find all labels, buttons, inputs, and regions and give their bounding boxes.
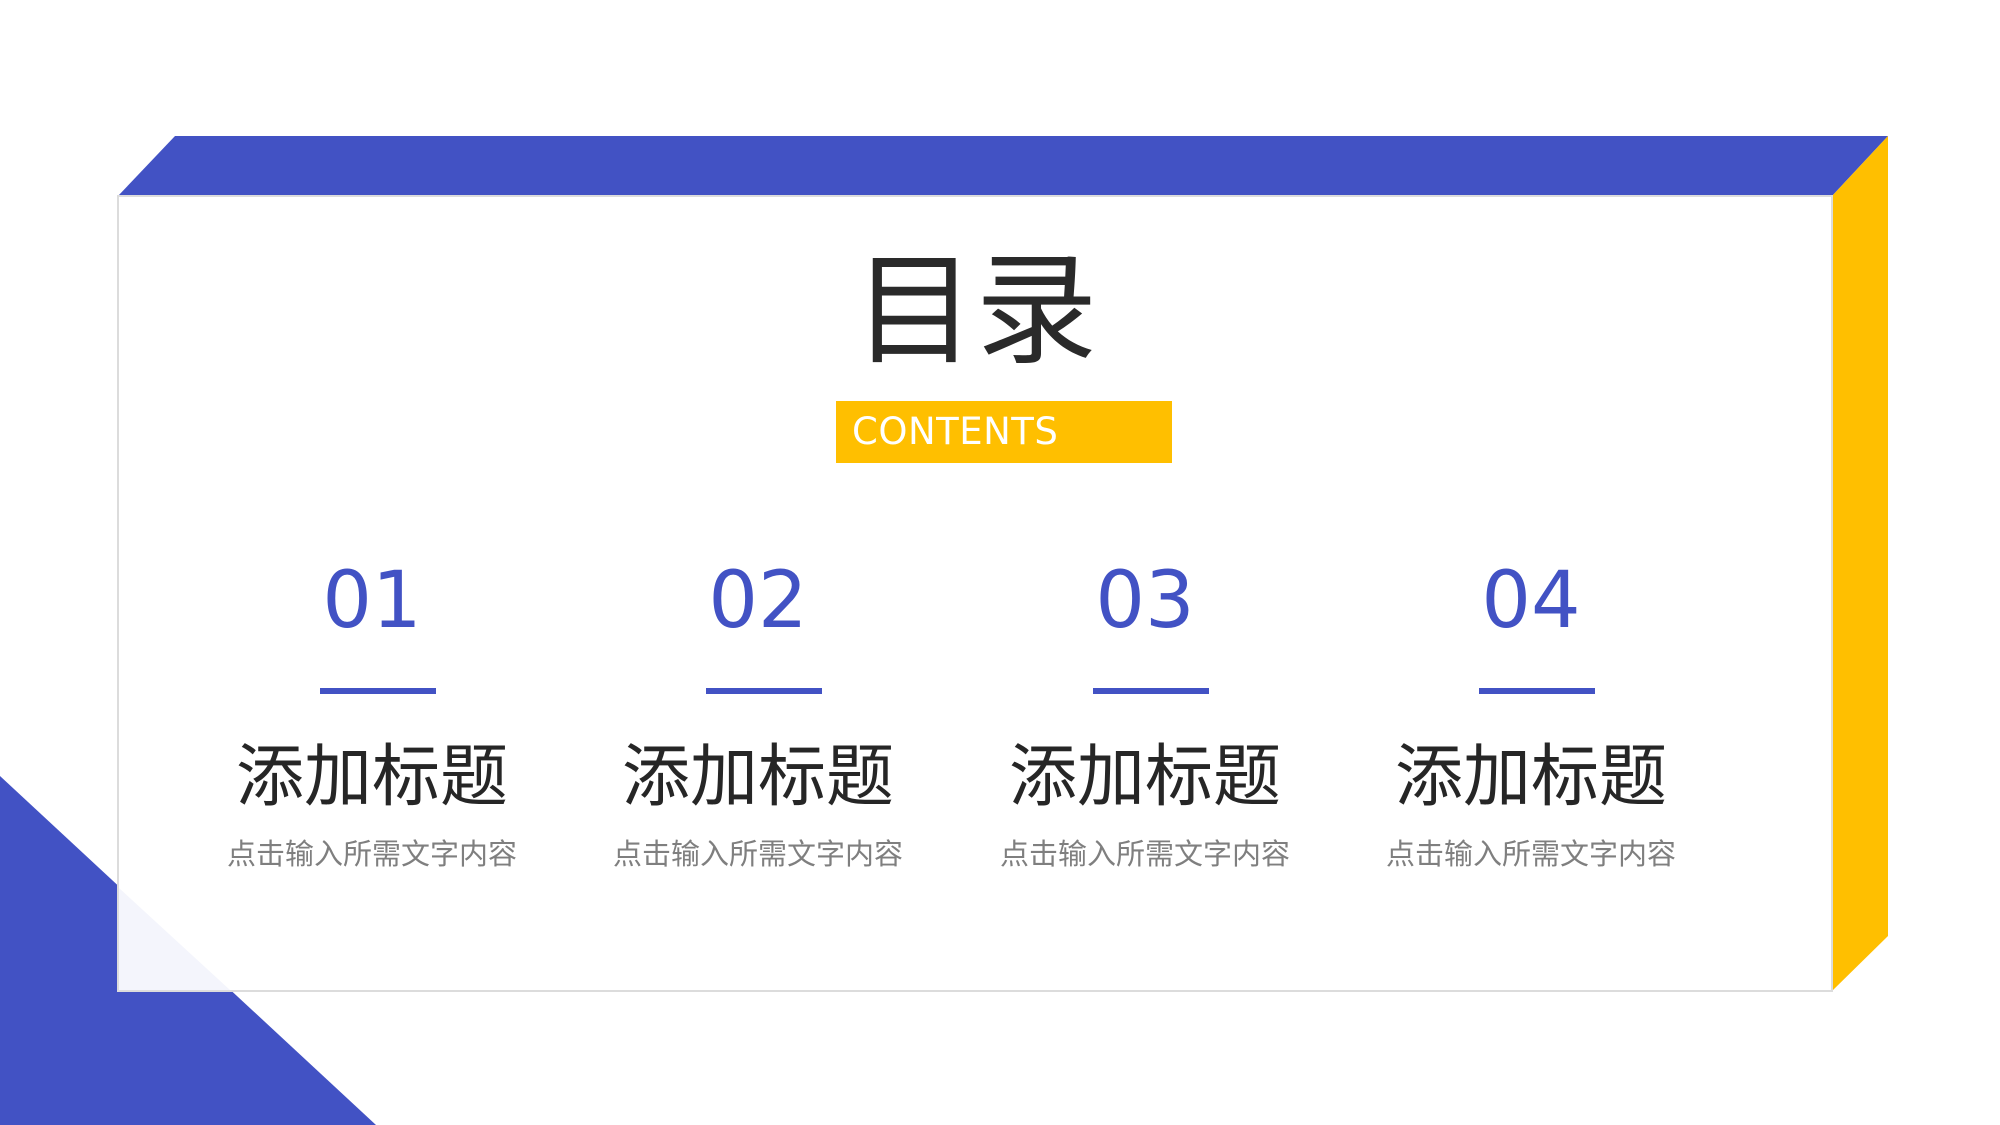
toc-item-description: 点击输入所需文字内容 (612, 837, 903, 871)
toc-item-number: 04 (1481, 556, 1581, 646)
toc-item-heading: 添加标题 (1394, 738, 1667, 817)
toc-item-description: 点击输入所需文字内容 (1385, 837, 1676, 871)
toc-item-divider (320, 688, 436, 694)
toc-item-description: 点击输入所需文字内容 (999, 837, 1290, 871)
toc-item-2[interactable]: 02 添加标题 点击输入所需文字内容 (598, 556, 918, 876)
contents-label: CONTENTS (852, 410, 1059, 453)
toc-item-4[interactable]: 04 添加标题 点击输入所需文字内容 (1371, 556, 1691, 876)
toc-item-divider (1093, 688, 1209, 694)
box-side-face (1832, 136, 1888, 991)
toc-item-description: 点击输入所需文字内容 (226, 837, 517, 871)
toc-item-number: 02 (708, 556, 808, 646)
toc-item-3[interactable]: 03 添加标题 点击输入所需文字内容 (985, 556, 1305, 876)
contents-card: 目录 CONTENTS 01 添加标题 点击输入所需文字内容 02 添加标题 点… (118, 196, 1833, 991)
contents-badge: CONTENTS (836, 401, 1172, 463)
toc-item-divider (706, 688, 822, 694)
toc-item-heading: 添加标题 (621, 738, 894, 817)
toc-item-divider (1479, 688, 1595, 694)
toc-item-number: 03 (1095, 556, 1195, 646)
toc-item-1[interactable]: 01 添加标题 点击输入所需文字内容 (212, 556, 532, 876)
page-title: 目录 (853, 240, 1098, 382)
toc-item-heading: 添加标题 (1008, 738, 1281, 817)
box-top-face (118, 136, 1888, 196)
toc-item-heading: 添加标题 (235, 738, 508, 817)
toc-item-number: 01 (322, 556, 422, 646)
slide-canvas: 目录 CONTENTS 01 添加标题 点击输入所需文字内容 02 添加标题 点… (0, 0, 2000, 1125)
